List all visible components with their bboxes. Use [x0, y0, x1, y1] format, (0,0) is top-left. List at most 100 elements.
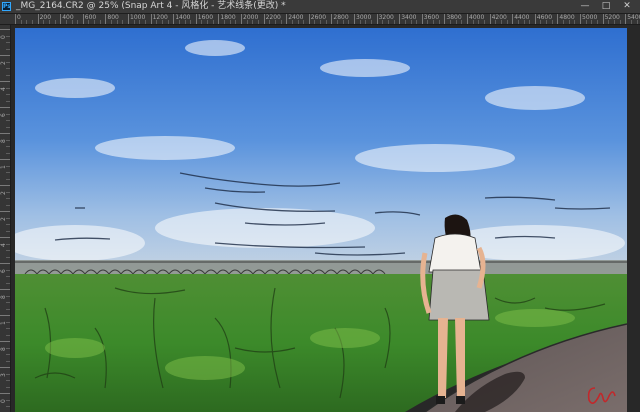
ruler-major-tick [399, 14, 401, 24]
ruler-minor-tick [630, 20, 632, 24]
ruler-major-tick [0, 159, 10, 160]
ruler-major-tick [0, 185, 10, 186]
ruler-minor-tick [540, 20, 542, 24]
ruler-minor-tick [6, 120, 10, 121]
ruler-minor-tick [6, 165, 10, 167]
ruler-minor-tick [167, 20, 169, 24]
ruler-label: 4200 [491, 14, 507, 21]
ruler-minor-tick [6, 191, 10, 193]
title-bar[interactable]: Ps _MG_2164.CR2 @ 25% (Snap Art 4 - 风格化 … [0, 0, 640, 14]
ruler-minor-tick [427, 20, 429, 24]
vertical-ruler[interactable]: 024681224681830 [0, 25, 11, 412]
ruler-minor-tick [613, 20, 615, 24]
close-button[interactable]: ✕ [618, 0, 636, 12]
restore-button[interactable]: □ [597, 0, 615, 12]
ruler-minor-tick [156, 20, 158, 24]
ruler-major-tick [467, 14, 468, 24]
document-tab-title[interactable]: _MG_2164.CR2 @ 25% (Snap Art 4 - 风格化 - 艺… [16, 1, 286, 12]
ruler-minor-tick [297, 20, 299, 24]
ruler-minor-tick [574, 20, 576, 24]
ruler-minor-tick [6, 204, 10, 206]
ruler-minor-tick [144, 20, 146, 24]
ruler-minor-tick [94, 20, 96, 24]
minimize-button[interactable]: — [576, 0, 594, 12]
ruler-minor-tick [382, 20, 384, 24]
ruler-minor-tick [314, 20, 316, 24]
ruler-label: 1800 [220, 14, 236, 21]
canvas-area[interactable] [11, 25, 640, 412]
ruler-minor-tick [6, 217, 10, 219]
ruler-minor-tick [320, 20, 322, 24]
ruler-major-tick [0, 315, 10, 316]
ruler-label: 1000 [130, 14, 146, 21]
ruler-minor-tick [20, 20, 22, 24]
ruler-major-tick [241, 14, 242, 24]
ruler-minor-tick [178, 20, 180, 24]
ruler-minor-tick [6, 61, 10, 63]
ruler-major-tick [376, 14, 378, 24]
ruler-minor-tick [6, 74, 10, 76]
ruler-minor-tick [608, 20, 610, 24]
ruler-minor-tick [6, 146, 10, 147]
ruler-minor-tick [116, 20, 118, 24]
ruler-label: 2400 [288, 14, 304, 21]
ruler-label: 2800 [333, 14, 349, 21]
ruler-major-tick [263, 14, 265, 24]
ruler-major-tick [354, 14, 355, 24]
ruler-minor-tick [393, 20, 395, 24]
ruler-minor-tick [6, 354, 10, 355]
ruler-label: 3800 [446, 14, 462, 21]
ruler-label: 3000 [356, 14, 372, 21]
ruler-minor-tick [6, 373, 10, 375]
ruler-minor-tick [6, 42, 10, 43]
ruler-minor-tick [99, 20, 101, 24]
ruler-major-tick [512, 14, 514, 24]
ruler-minor-tick [337, 20, 339, 24]
bridge [15, 260, 627, 275]
artwork-image[interactable] [15, 28, 627, 412]
ruler-minor-tick [291, 20, 293, 24]
ruler-minor-tick [6, 276, 10, 277]
ruler-minor-tick [139, 20, 141, 24]
ruler-minor-tick [6, 360, 10, 362]
ruler-minor-tick [551, 20, 553, 24]
ruler-minor-tick [591, 20, 593, 24]
ruler-minor-tick [77, 20, 79, 24]
horizontal-ruler[interactable]: 0 200 400 600 800 1000 1200 1400 1600 1800 2000 220… [0, 14, 640, 25]
ruler-minor-tick [6, 386, 10, 388]
photoshop-icon: Ps [2, 2, 11, 11]
ruler-label: 4800 [559, 14, 575, 21]
ruler-minor-tick [483, 20, 485, 24]
ruler-minor-tick [6, 35, 10, 37]
ruler-minor-tick [280, 20, 282, 24]
ruler-label: 3400 [401, 14, 417, 21]
ruler-major-tick [128, 14, 129, 24]
ruler-major-tick [286, 14, 288, 24]
ruler-minor-tick [6, 230, 10, 232]
ruler-major-tick [308, 14, 310, 24]
ruler-major-tick [37, 14, 39, 24]
ruler-minor-tick [6, 243, 10, 245]
ruler-label: 1200 [152, 14, 168, 21]
ruler-major-tick [0, 55, 10, 56]
ruler-minor-tick [6, 406, 10, 407]
ruler-major-tick [15, 14, 16, 24]
ruler-minor-tick [478, 20, 480, 24]
ruler-minor-tick [6, 256, 10, 258]
ruler-minor-tick [6, 250, 10, 251]
ruler-minor-tick [161, 20, 163, 24]
ruler-major-tick [580, 14, 581, 24]
ruler-minor-tick [619, 20, 621, 24]
ruler-minor-tick [6, 328, 10, 329]
ruler-minor-tick [6, 172, 10, 173]
ruler-minor-tick [212, 20, 214, 24]
ruler-minor-tick [257, 20, 259, 24]
ruler-major-tick [0, 341, 10, 342]
ruler-major-tick [173, 14, 175, 24]
ruler-minor-tick [303, 20, 305, 24]
ruler-label: 4000 [469, 14, 485, 21]
ruler-label: 1400 [175, 14, 191, 21]
ruler-minor-tick [404, 20, 406, 24]
ruler-major-tick [444, 14, 446, 24]
ruler-minor-tick [111, 20, 113, 24]
